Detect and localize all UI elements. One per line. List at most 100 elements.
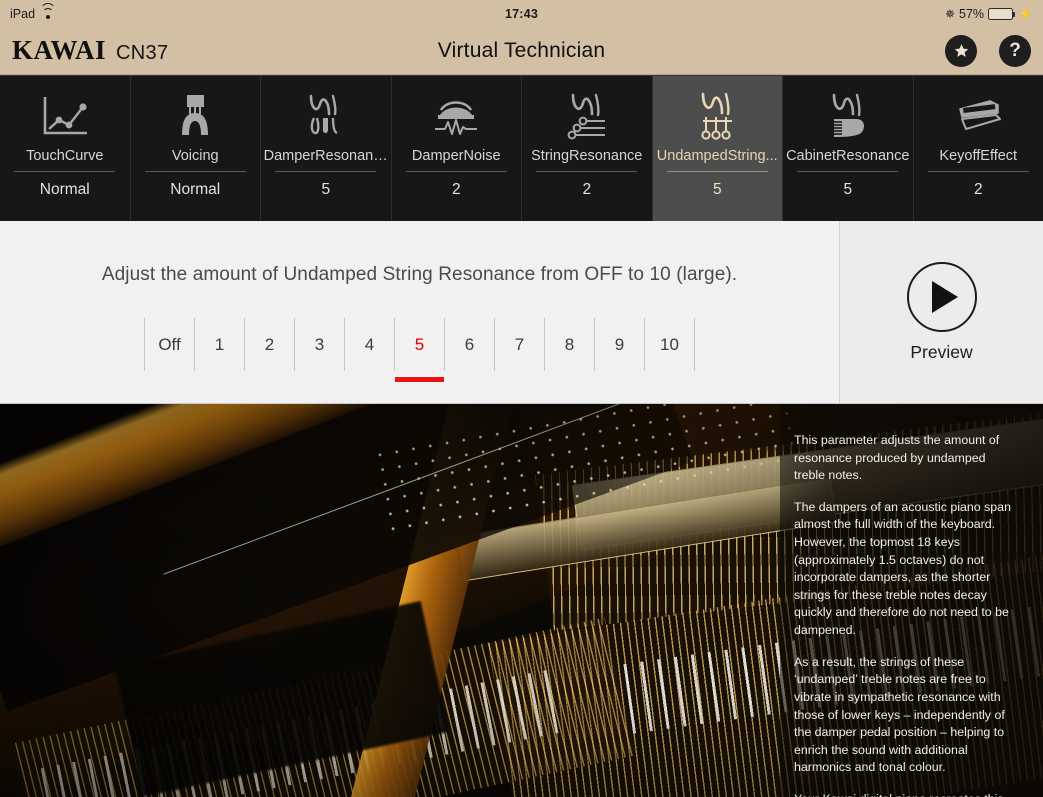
value-step-label: 5: [415, 335, 424, 355]
parameter-tab-bar: TouchCurve Normal Voicing Normal: [0, 75, 1043, 221]
tab-value: 5: [321, 181, 330, 199]
keyoff-effect-icon: [950, 90, 1006, 142]
model-label: CN37: [116, 42, 168, 65]
damper-noise-icon: [429, 90, 483, 142]
step-underline: [545, 377, 594, 382]
value-step-label: 7: [515, 335, 524, 355]
string-resonance-icon: [561, 90, 613, 142]
tab-damperresonance[interactable]: DamperResonance 5: [261, 76, 392, 221]
tab-touchcurve[interactable]: TouchCurve Normal: [0, 76, 131, 221]
description-paragraph: As a result, the strings of these ‘undam…: [794, 654, 1017, 777]
value-step-6[interactable]: 6: [444, 318, 494, 371]
help-button[interactable]: ?: [999, 35, 1031, 67]
instruction-text: Adjust the amount of Undamped String Res…: [0, 221, 839, 286]
device-name-label: iPad: [10, 7, 35, 21]
brand: KAWAI CN37: [12, 35, 168, 66]
tab-label: StringResonance: [531, 148, 642, 164]
tab-value: 2: [582, 181, 591, 199]
tab-label: Voicing: [172, 148, 219, 164]
preview-play-button[interactable]: [907, 262, 977, 332]
value-step-2[interactable]: 2: [244, 318, 294, 371]
description-paragraph: This parameter adjusts the amount of res…: [794, 432, 1017, 485]
tab-keyoffeffect[interactable]: KeyoffEffect 2: [914, 76, 1043, 221]
value-step-off[interactable]: Off: [144, 318, 194, 371]
tab-label: UndampedString...: [657, 148, 778, 164]
value-step-1[interactable]: 1: [194, 318, 244, 371]
tab-stringresonance[interactable]: StringResonance 2: [522, 76, 653, 221]
tab-divider: [14, 171, 115, 172]
cabinet-resonance-icon: [822, 90, 874, 142]
step-underline: [595, 377, 644, 382]
value-step-7[interactable]: 7: [494, 318, 544, 371]
favorite-button[interactable]: [945, 35, 977, 67]
value-step-10[interactable]: 10: [644, 318, 695, 371]
step-underline: [245, 377, 294, 382]
value-step-5-selected[interactable]: 5: [394, 318, 444, 371]
star-icon: [952, 41, 971, 60]
step-underline: [295, 377, 344, 382]
tab-divider: [928, 171, 1029, 172]
tab-label: KeyoffEffect: [939, 148, 1017, 164]
tab-label: TouchCurve: [26, 148, 103, 164]
step-underline: [395, 377, 444, 382]
tab-divider: [406, 171, 507, 172]
virtual-technician-app: iPad 17:43 ✵ 57% ⚡ KAWAI CN37 Virtual Te…: [0, 0, 1043, 787]
tab-divider: [667, 171, 768, 172]
tab-divider: [536, 171, 637, 172]
battery-percent-label: 57%: [959, 7, 984, 21]
value-step-label: 6: [465, 335, 474, 355]
status-bar-left: iPad: [10, 7, 55, 21]
value-step-label: 3: [315, 335, 324, 355]
value-step-label: 2: [265, 335, 274, 355]
description-paragraph: Your Kawai digital piano recreates this …: [794, 791, 1017, 797]
play-triangle-icon: [932, 281, 958, 313]
value-step-label: Off: [158, 335, 180, 355]
tab-divider: [797, 171, 898, 172]
damper-resonance-icon: [301, 90, 351, 142]
value-step-4[interactable]: 4: [344, 318, 394, 371]
value-step-label: 10: [660, 335, 679, 355]
value-step-8[interactable]: 8: [544, 318, 594, 371]
tab-dampernoise[interactable]: DamperNoise 2: [392, 76, 523, 221]
tab-value: Normal: [170, 181, 220, 199]
description-paragraph: The dampers of an acoustic piano span al…: [794, 499, 1017, 640]
tab-value: 5: [713, 181, 722, 199]
preview-label: Preview: [910, 342, 972, 363]
battery-icon: [988, 8, 1013, 20]
tab-label: DamperNoise: [412, 148, 501, 164]
app-header: KAWAI CN37 Virtual Technician ?: [0, 27, 1043, 75]
value-step-3[interactable]: 3: [294, 318, 344, 371]
kawai-logo: KAWAI: [12, 35, 106, 66]
value-step-label: 1: [215, 335, 224, 355]
tab-cabinetresonance[interactable]: CabinetResonance 5: [783, 76, 914, 221]
step-underline: [495, 377, 544, 382]
value-selector: Off 1 2 3 4 5 6 7 8 9 10: [0, 318, 839, 371]
tab-value: 2: [452, 181, 461, 199]
tab-label: DamperResonance: [264, 148, 388, 164]
status-bar-clock: 17:43: [0, 7, 1043, 21]
tab-divider: [145, 171, 246, 172]
value-step-label: 9: [615, 335, 624, 355]
bluetooth-icon: ✵: [945, 8, 955, 20]
control-main: Adjust the amount of Undamped String Res…: [0, 221, 839, 403]
lightning-bolt-icon: ⚡: [1018, 8, 1033, 20]
step-underline: [145, 377, 194, 382]
grand-piano-interior-photo: This parameter adjusts the amount of res…: [0, 404, 1043, 797]
step-underline: [645, 377, 694, 382]
header-actions: ?: [945, 35, 1031, 67]
parameter-description: This parameter adjusts the amount of res…: [780, 404, 1043, 797]
value-step-label: 4: [365, 335, 374, 355]
parameter-control-panel: Adjust the amount of Undamped String Res…: [0, 221, 1043, 404]
step-underline: [195, 377, 244, 382]
step-underline: [345, 377, 394, 382]
tab-label: CabinetResonance: [786, 148, 909, 164]
touch-curve-icon: [39, 90, 91, 142]
ios-status-bar: iPad 17:43 ✵ 57% ⚡: [0, 0, 1043, 27]
status-bar-right: ✵ 57% ⚡: [945, 7, 1033, 21]
tab-divider: [275, 171, 376, 172]
value-step-9[interactable]: 9: [594, 318, 644, 371]
tab-voicing[interactable]: Voicing Normal: [131, 76, 262, 221]
tab-value: Normal: [40, 181, 90, 199]
tab-undampedstringresonance[interactable]: UndampedString... 5: [653, 76, 784, 221]
question-mark-icon: ?: [1009, 41, 1021, 60]
